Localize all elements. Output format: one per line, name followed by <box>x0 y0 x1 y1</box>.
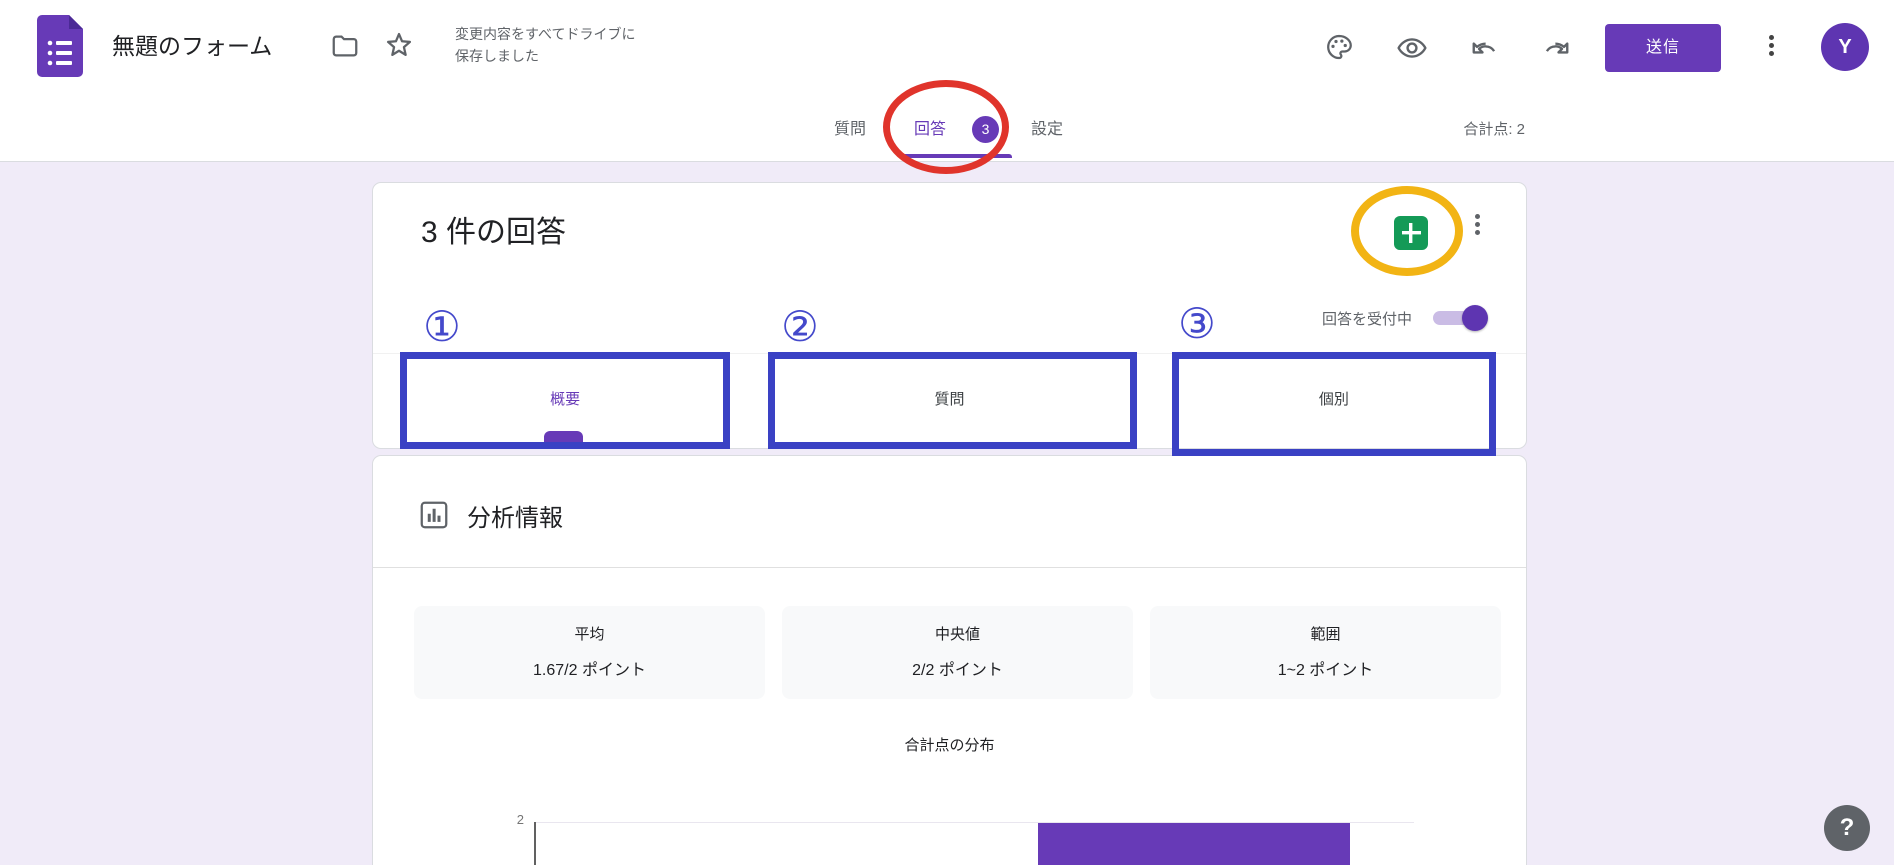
tab-responses[interactable]: 回答 <box>898 112 962 148</box>
chart-y-tick: 2 <box>498 812 524 827</box>
google-forms-logo-icon[interactable] <box>37 15 83 77</box>
star-icon[interactable] <box>383 29 415 61</box>
annotation-number-1: ① <box>418 303 466 351</box>
save-status: 変更内容をすべてドライブに 保存しました <box>455 23 635 67</box>
stats-row: 平均 1.67/2 ポイント 中央値 2/2 ポイント 範囲 1~2 ポイント <box>414 606 1501 699</box>
preview-eye-icon[interactable] <box>1396 32 1428 64</box>
undo-icon[interactable] <box>1470 33 1500 63</box>
tab-settings[interactable]: 設定 <box>1012 112 1082 148</box>
form-title[interactable]: 無題のフォーム <box>112 26 272 66</box>
move-folder-icon[interactable] <box>330 31 360 61</box>
stat-value: 2/2 ポイント <box>782 656 1133 680</box>
responses-card: 3 件の回答 回答を受付中 概要 質問 個別 <box>372 182 1527 449</box>
insights-divider <box>373 567 1526 568</box>
app-header: 無題のフォーム 変更内容をすべてドライブに 保存しました 送信 Y 質問 回答 … <box>0 0 1894 162</box>
responses-count-badge: 3 <box>972 116 999 143</box>
insights-chart-icon <box>419 500 449 530</box>
stat-average: 平均 1.67/2 ポイント <box>414 606 765 699</box>
responses-more-options-icon[interactable] <box>1464 211 1490 245</box>
tab-questions[interactable]: 質問 <box>812 112 888 148</box>
chart-title: 合計点の分布 <box>373 734 1526 755</box>
subtab-question[interactable]: 質問 <box>757 354 1141 449</box>
account-avatar[interactable]: Y <box>1821 23 1869 71</box>
accepting-responses-toggle[interactable] <box>1433 311 1485 325</box>
toggle-knob <box>1462 305 1488 331</box>
total-points: 合計点: 2 <box>1370 118 1525 139</box>
help-button[interactable]: ? <box>1824 805 1870 851</box>
chart-y-axis <box>534 822 536 865</box>
annotation-number-3: ③ <box>1173 300 1221 348</box>
save-status-line1: 変更内容をすべてドライブに <box>455 23 635 45</box>
responses-heading: 3 件の回答 <box>421 207 566 251</box>
active-subtab-indicator <box>544 431 583 443</box>
insights-title: 分析情報 <box>467 498 563 533</box>
subtab-individual[interactable]: 個別 <box>1142 354 1526 449</box>
save-status-line2: 保存しました <box>455 45 635 67</box>
stat-value: 1.67/2 ポイント <box>414 656 765 680</box>
active-tab-underline <box>899 154 1012 158</box>
stat-label: 中央値 <box>782 623 1133 644</box>
stat-range: 範囲 1~2 ポイント <box>1150 606 1501 699</box>
stat-label: 平均 <box>414 623 765 644</box>
redo-icon[interactable] <box>1541 33 1571 63</box>
accepting-responses-label: 回答を受付中 <box>1322 308 1412 329</box>
annotation-number-2: ② <box>776 303 824 351</box>
insights-card: 分析情報 平均 1.67/2 ポイント 中央値 2/2 ポイント 範囲 1~2 … <box>372 455 1527 865</box>
stat-label: 範囲 <box>1150 623 1501 644</box>
more-options-icon[interactable] <box>1758 32 1784 66</box>
google-forms-responses-page: 無題のフォーム 変更内容をすべてドライブに 保存しました 送信 Y 質問 回答 … <box>0 0 1894 865</box>
view-in-sheets-icon[interactable] <box>1394 216 1428 250</box>
theme-palette-icon[interactable] <box>1324 32 1354 62</box>
stat-value: 1~2 ポイント <box>1150 656 1501 680</box>
send-button[interactable]: 送信 <box>1605 24 1721 72</box>
chart-bar-score-2 <box>1038 823 1350 865</box>
stat-median: 中央値 2/2 ポイント <box>782 606 1133 699</box>
